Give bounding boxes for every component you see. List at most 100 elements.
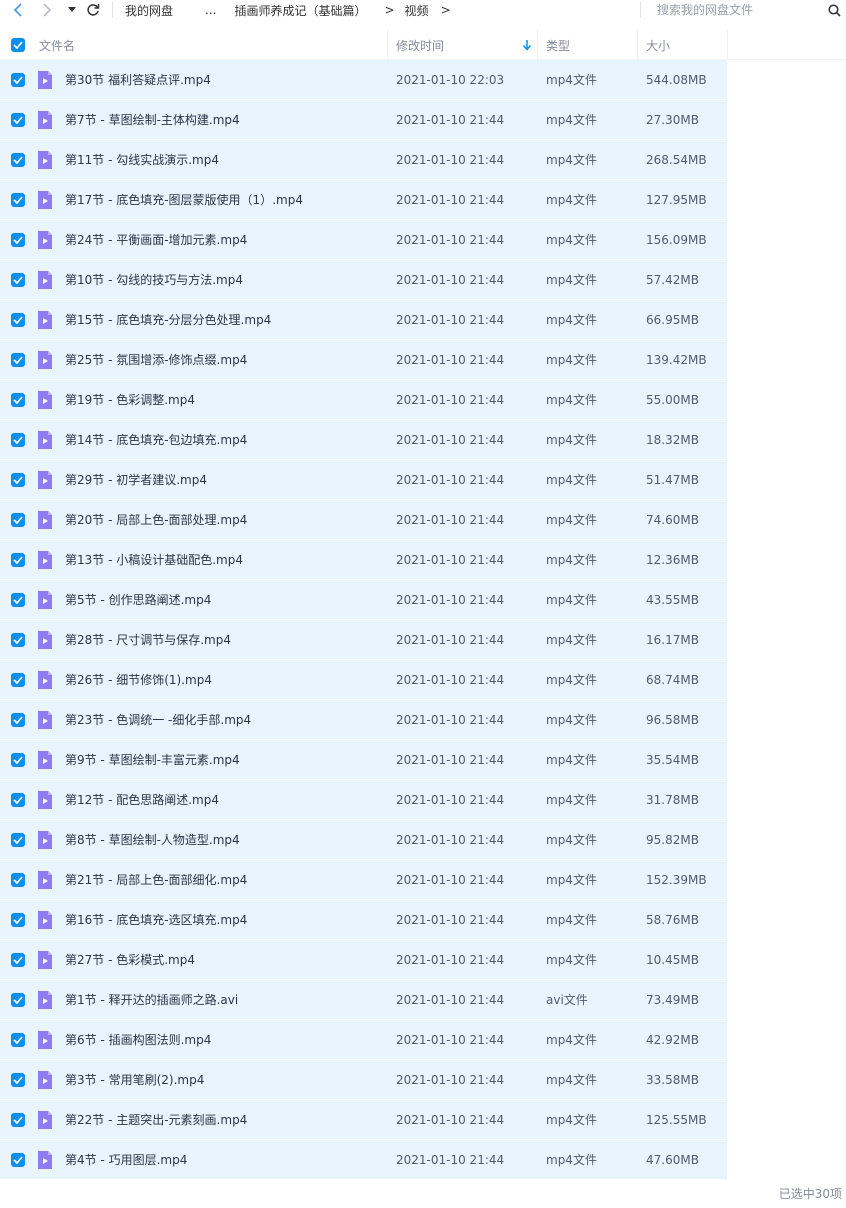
file-name[interactable]: 第16节 - 底色填充-选区填充.mp4 <box>65 900 247 939</box>
file-row[interactable]: 第22节 - 主题突出-元素刻画.mp4 2021-01-10 21:44 mp4文… <box>0 1100 846 1140</box>
search-input[interactable] <box>650 0 820 20</box>
file-name[interactable]: 第23节 - 色调统一 -细化手部.mp4 <box>65 700 251 739</box>
breadcrumb-item-video[interactable]: 视频 <box>405 2 429 19</box>
column-header-type[interactable]: 类型 <box>546 30 570 60</box>
file-name[interactable]: 第30节 福利答疑点评.mp4 <box>65 60 211 99</box>
select-all-checkbox[interactable] <box>11 38 25 52</box>
breadcrumb-item-course[interactable]: 插画师养成记（基础篇） <box>234 2 366 19</box>
file-name[interactable]: 第13节 - 小稿设计基础配色.mp4 <box>65 540 243 579</box>
file-name[interactable]: 第27节 - 色彩模式.mp4 <box>65 940 195 979</box>
row-checkbox[interactable] <box>11 793 25 807</box>
row-checkbox[interactable] <box>11 553 25 567</box>
file-name[interactable]: 第21节 - 局部上色-面部细化.mp4 <box>65 860 247 899</box>
file-name[interactable]: 第6节 - 插画构图法则.mp4 <box>65 1020 211 1059</box>
row-checkbox[interactable] <box>11 913 25 927</box>
column-divider[interactable] <box>727 30 728 60</box>
file-name[interactable]: 第14节 - 底色填充-包边填充.mp4 <box>65 420 247 459</box>
file-row[interactable]: 第3节 - 常用笔刷(2).mp4 2021-01-10 21:44 mp4文件 33… <box>0 1060 846 1100</box>
row-checkbox[interactable] <box>11 353 25 367</box>
column-divider[interactable] <box>637 30 638 60</box>
file-name[interactable]: 第24节 - 平衡画面-增加元素.mp4 <box>65 220 247 259</box>
row-checkbox[interactable] <box>11 993 25 1007</box>
file-name[interactable]: 第28节 - 尺寸调节与保存.mp4 <box>65 620 231 659</box>
file-name[interactable]: 第22节 - 主题突出-元素刻画.mp4 <box>65 1100 247 1139</box>
file-row[interactable]: 第20节 - 局部上色-面部处理.mp4 2021-01-10 21:44 mp4文… <box>0 500 846 540</box>
file-row[interactable]: 第7节 - 草图绘制-主体构建.mp4 2021-01-10 21:44 mp4文件… <box>0 100 846 140</box>
file-row[interactable]: 第28节 - 尺寸调节与保存.mp4 2021-01-10 21:44 mp4文件 1… <box>0 620 846 660</box>
row-checkbox[interactable] <box>11 713 25 727</box>
file-row[interactable]: 第6节 - 插画构图法则.mp4 2021-01-10 21:44 mp4文件 42.… <box>0 1020 846 1060</box>
row-checkbox[interactable] <box>11 193 25 207</box>
row-checkbox[interactable] <box>11 393 25 407</box>
refresh-button[interactable] <box>84 1 102 19</box>
row-checkbox[interactable] <box>11 513 25 527</box>
file-name[interactable]: 第20节 - 局部上色-面部处理.mp4 <box>65 500 247 539</box>
history-dropdown-button[interactable] <box>64 1 80 19</box>
file-row[interactable]: 第21节 - 局部上色-面部细化.mp4 2021-01-10 21:44 mp4文… <box>0 860 846 900</box>
column-divider[interactable] <box>537 30 538 60</box>
search-button[interactable] <box>826 2 842 18</box>
back-button[interactable] <box>9 1 27 19</box>
file-row[interactable]: 第30节 福利答疑点评.mp4 2021-01-10 22:03 mp4文件 544.… <box>0 60 846 100</box>
row-checkbox[interactable] <box>11 873 25 887</box>
row-checkbox[interactable] <box>11 73 25 87</box>
file-name[interactable]: 第8节 - 草图绘制-人物造型.mp4 <box>65 820 240 859</box>
file-row[interactable]: 第17节 - 底色填充-图层蒙版使用（1）.mp4 2021-01-10 21:4… <box>0 180 846 220</box>
file-name[interactable]: 第19节 - 色彩调整.mp4 <box>65 380 195 419</box>
row-checkbox[interactable] <box>11 233 25 247</box>
arrow-down-icon[interactable] <box>521 38 533 52</box>
file-name[interactable]: 第5节 - 创作思路阐述.mp4 <box>65 580 211 619</box>
file-name[interactable]: 第4节 - 巧用图层.mp4 <box>65 1140 187 1179</box>
file-row[interactable]: 第8节 - 草图绘制-人物造型.mp4 2021-01-10 21:44 mp4文件… <box>0 820 846 860</box>
row-checkbox[interactable] <box>11 433 25 447</box>
file-name[interactable]: 第26节 - 细节修饰(1).mp4 <box>65 660 212 699</box>
file-name[interactable]: 第25节 - 氛围增添-修饰点缀.mp4 <box>65 340 247 379</box>
file-row[interactable]: 第12节 - 配色思路阐述.mp4 2021-01-10 21:44 mp4文件 31… <box>0 780 846 820</box>
file-row[interactable]: 第9节 - 草图绘制-丰富元素.mp4 2021-01-10 21:44 mp4文件… <box>0 740 846 780</box>
row-checkbox[interactable] <box>11 673 25 687</box>
row-checkbox[interactable] <box>11 1153 25 1167</box>
file-row[interactable]: 第5节 - 创作思路阐述.mp4 2021-01-10 21:44 mp4文件 43.… <box>0 580 846 620</box>
file-row[interactable]: 第27节 - 色彩模式.mp4 2021-01-10 21:44 mp4文件 10.4… <box>0 940 846 980</box>
row-checkbox[interactable] <box>11 473 25 487</box>
file-row[interactable]: 第19节 - 色彩调整.mp4 2021-01-10 21:44 mp4文件 55.0… <box>0 380 846 420</box>
file-name[interactable]: 第9节 - 草图绘制-丰富元素.mp4 <box>65 740 240 779</box>
file-row[interactable]: 第15节 - 底色填充-分层分色处理.mp4 2021-01-10 21:44 mp… <box>0 300 846 340</box>
row-checkbox[interactable] <box>11 633 25 647</box>
file-row[interactable]: 第10节 - 勾线的技巧与方法.mp4 2021-01-10 21:44 mp4文件… <box>0 260 846 300</box>
breadcrumb-item-home[interactable]: 我的网盘 <box>125 2 173 19</box>
file-row[interactable]: 第25节 - 氛围增添-修饰点缀.mp4 2021-01-10 21:44 mp4文… <box>0 340 846 380</box>
file-row[interactable]: 第14节 - 底色填充-包边填充.mp4 2021-01-10 21:44 mp4文… <box>0 420 846 460</box>
row-checkbox[interactable] <box>11 953 25 967</box>
file-name[interactable]: 第3节 - 常用笔刷(2).mp4 <box>65 1060 204 1099</box>
row-checkbox[interactable] <box>11 273 25 287</box>
row-checkbox[interactable] <box>11 833 25 847</box>
file-row[interactable]: 第24节 - 平衡画面-增加元素.mp4 2021-01-10 21:44 mp4文… <box>0 220 846 260</box>
row-checkbox[interactable] <box>11 1073 25 1087</box>
file-name[interactable]: 第29节 - 初学者建议.mp4 <box>65 460 207 499</box>
file-row[interactable]: 第1节 - 释开达的插画师之路.avi 2021-01-10 21:44 avi文件… <box>0 980 846 1020</box>
column-header-size[interactable]: 大小 <box>646 30 670 60</box>
row-checkbox[interactable] <box>11 313 25 327</box>
file-name[interactable]: 第12节 - 配色思路阐述.mp4 <box>65 780 219 819</box>
forward-button[interactable] <box>38 1 56 19</box>
file-row[interactable]: 第29节 - 初学者建议.mp4 2021-01-10 21:44 mp4文件 51.… <box>0 460 846 500</box>
file-row[interactable]: 第13节 - 小稿设计基础配色.mp4 2021-01-10 21:44 mp4文件… <box>0 540 846 580</box>
column-divider[interactable] <box>387 30 388 60</box>
file-name[interactable]: 第11节 - 勾线实战演示.mp4 <box>65 140 219 179</box>
file-name[interactable]: 第15节 - 底色填充-分层分色处理.mp4 <box>65 300 271 339</box>
file-row[interactable]: 第4节 - 巧用图层.mp4 2021-01-10 21:44 mp4文件 47.60… <box>0 1140 846 1180</box>
row-checkbox[interactable] <box>11 1113 25 1127</box>
file-row[interactable]: 第16节 - 底色填充-选区填充.mp4 2021-01-10 21:44 mp4文… <box>0 900 846 940</box>
file-row[interactable]: 第26节 - 细节修饰(1).mp4 2021-01-10 21:44 mp4文件 6… <box>0 660 846 700</box>
file-name[interactable]: 第17节 - 底色填充-图层蒙版使用（1）.mp4 <box>65 180 303 219</box>
column-header-name[interactable]: 文件名 <box>39 30 75 60</box>
row-checkbox[interactable] <box>11 113 25 127</box>
row-checkbox[interactable] <box>11 153 25 167</box>
file-name[interactable]: 第1节 - 释开达的插画师之路.avi <box>65 980 238 1019</box>
row-checkbox[interactable] <box>11 1033 25 1047</box>
column-header-modified[interactable]: 修改时间 <box>396 30 444 60</box>
row-checkbox[interactable] <box>11 593 25 607</box>
file-name[interactable]: 第7节 - 草图绘制-主体构建.mp4 <box>65 100 240 139</box>
file-name[interactable]: 第10节 - 勾线的技巧与方法.mp4 <box>65 260 243 299</box>
